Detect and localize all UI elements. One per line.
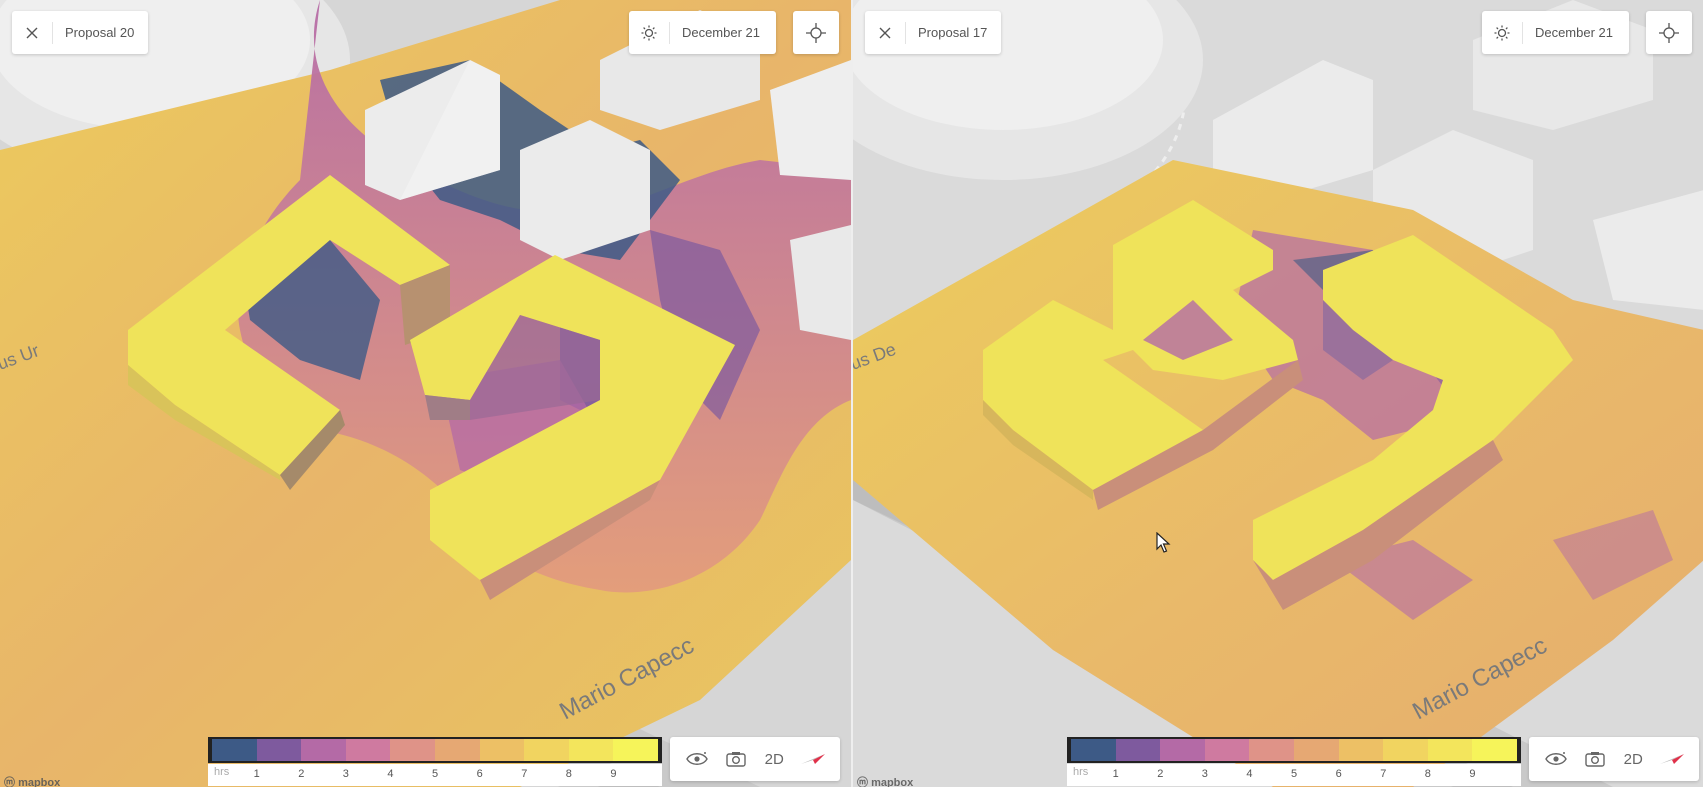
legend-tick-label: 1	[253, 768, 260, 780]
legend-tick-label: 8	[1424, 768, 1431, 780]
legend-tick-label: 2	[1157, 768, 1164, 780]
proposal-selector: Proposal 20	[12, 11, 149, 54]
legend-swatch	[256, 739, 302, 761]
proposal-selector: Proposal 17	[865, 11, 1002, 54]
compass-icon	[800, 754, 825, 764]
date-label: December 21	[1534, 25, 1613, 40]
legend-swatch	[613, 739, 658, 761]
screenshot-button[interactable]	[720, 743, 752, 775]
date-label: December 21	[681, 25, 760, 40]
crosshair-icon	[806, 22, 826, 43]
right-map-scene[interactable]: Mario Capecc us De	[853, 0, 1703, 787]
legend-tick-label: 8	[565, 768, 572, 780]
legend-tick-label: 6	[476, 768, 483, 780]
legend-tick-label: 1	[1112, 768, 1119, 780]
legend-tick-label: 7	[521, 768, 528, 780]
legend-swatch	[1204, 739, 1250, 761]
legend-tick-label: 9	[610, 768, 617, 780]
legend-swatch	[1293, 739, 1339, 761]
legend-unit: hrs	[1073, 766, 1089, 778]
right-map-pane[interactable]: Mario Capecc us De Proposal 17 December …	[853, 0, 1703, 787]
visibility-button[interactable]	[681, 743, 713, 775]
locate-button[interactable]	[793, 11, 839, 54]
mouse-cursor-icon	[1156, 532, 1171, 553]
close-icon	[26, 27, 38, 38]
proposal-name[interactable]: Proposal 20	[65, 25, 134, 40]
legend-tick-label: 5	[432, 768, 439, 780]
eye-icon	[686, 752, 709, 765]
legend-swatch	[1427, 739, 1473, 761]
camera-icon	[726, 752, 746, 767]
legend-swatch	[524, 739, 569, 761]
legend-swatch	[1071, 739, 1116, 761]
sun-hours-legend: hrs 1 2 3 4 5 6 7 8 9	[208, 737, 662, 787]
left-map-scene[interactable]: Mario Capecc us Ur	[0, 0, 851, 787]
legend-tick-label: 6	[1335, 768, 1342, 780]
sun-button[interactable]	[1482, 11, 1522, 54]
date-selector[interactable]: December 21	[1481, 11, 1629, 54]
sun-hours-legend: hrs 1 2 3 4 5 6 7 8 9	[1067, 737, 1521, 787]
legend-tick-label: 3	[1201, 768, 1208, 780]
legend-swatch	[1472, 739, 1517, 761]
legend-swatch	[568, 739, 614, 761]
compass-button[interactable]	[797, 743, 829, 775]
mapbox-attribution[interactable]: ⓜ mapbox	[4, 774, 60, 787]
legend-swatch	[1249, 739, 1294, 761]
separator	[905, 21, 906, 44]
legend-labels: hrs 1 2 3 4 5 6 7 8 9	[208, 764, 662, 786]
close-icon	[879, 27, 891, 38]
legend-swatch	[1115, 739, 1161, 761]
locate-button[interactable]	[1646, 11, 1692, 54]
legend-swatch	[345, 739, 391, 761]
legend-tick-label: 5	[1291, 768, 1298, 780]
mapbox-logo-text: mapbox	[18, 777, 61, 787]
legend-tick-label: 7	[1380, 768, 1387, 780]
legend-swatch	[1160, 739, 1205, 761]
close-button[interactable]	[865, 11, 905, 54]
eye-icon	[1545, 752, 1568, 765]
visibility-button[interactable]	[1540, 743, 1572, 775]
proposal-name[interactable]: Proposal 17	[918, 25, 987, 40]
sun-button[interactable]	[629, 11, 669, 54]
legend-swatch	[212, 739, 257, 761]
legend-tick-label: 4	[387, 768, 394, 780]
legend-labels: hrs 1 2 3 4 5 6 7 8 9	[1067, 764, 1521, 786]
legend-swatch	[479, 739, 525, 761]
separator	[52, 21, 53, 44]
legend-swatch	[301, 739, 346, 761]
legend-unit: hrs	[214, 766, 230, 778]
legend-color-scale	[208, 737, 662, 763]
date-selector[interactable]: December 21	[628, 11, 776, 54]
view-mode-toggle[interactable]: 2D	[1617, 743, 1649, 775]
legend-swatch	[434, 739, 480, 761]
mapbox-logo-text: mapbox	[871, 777, 914, 787]
legend-swatch	[1383, 739, 1428, 761]
legend-swatch	[390, 739, 435, 761]
legend-tick-label: 3	[342, 768, 349, 780]
mapbox-attribution[interactable]: ⓜ mapbox	[857, 774, 913, 787]
screenshot-button[interactable]	[1579, 743, 1611, 775]
sun-icon	[641, 25, 657, 40]
separator	[668, 21, 670, 44]
close-button[interactable]	[12, 11, 52, 54]
separator	[1521, 21, 1523, 44]
legend-tick-label: 9	[1469, 768, 1476, 780]
compass-icon	[1659, 754, 1684, 764]
camera-icon	[1585, 752, 1605, 767]
crosshair-icon	[1659, 22, 1679, 43]
left-map-pane[interactable]: Mario Capecc us Ur Proposal 20 December …	[0, 0, 851, 787]
legend-tick-label: 4	[1246, 768, 1253, 780]
sun-icon	[1494, 25, 1510, 40]
view-mode-toggle[interactable]: 2D	[758, 743, 790, 775]
legend-tick-label: 2	[298, 768, 305, 780]
legend-color-scale	[1067, 737, 1521, 763]
legend-swatch	[1338, 739, 1384, 761]
comparison-view: Mario Capecc us Ur Proposal 20 December …	[0, 0, 1703, 787]
compass-button[interactable]	[1656, 743, 1688, 775]
map-toolbar: 2D	[670, 737, 840, 781]
map-toolbar: 2D	[1529, 737, 1699, 781]
